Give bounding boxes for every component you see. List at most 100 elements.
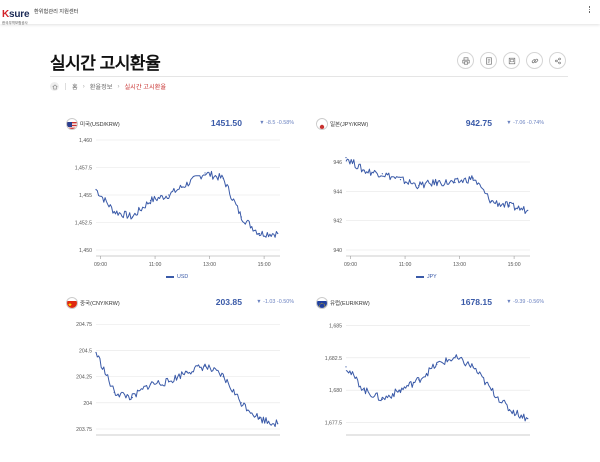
data-point — [527, 209, 529, 211]
more-menu-icon[interactable] — [587, 6, 592, 15]
data-point — [204, 172, 206, 174]
y-tick-label: 942 — [333, 219, 342, 225]
data-point — [472, 366, 474, 368]
current-rate: 1451.50 — [210, 118, 242, 128]
data-point — [113, 391, 115, 393]
data-point — [95, 351, 97, 354]
data-point — [277, 232, 279, 235]
jpy-line-chart: 940 942 944 946 09:00 11:00 13:00 15:00 — [333, 157, 530, 268]
series-line-usd — [95, 170, 279, 238]
page-title: 실시간 고시환율 — [50, 54, 161, 73]
x-tick-label: 15:00 — [508, 262, 521, 268]
chart-legend[interactable]: USD — [166, 274, 188, 280]
data-point — [454, 357, 456, 359]
y-tick-label: 944 — [333, 189, 342, 195]
image-icon — [508, 57, 515, 64]
breadcrumb-home[interactable]: 홈 — [72, 82, 78, 91]
data-point — [204, 365, 206, 367]
link-button[interactable] — [526, 52, 543, 69]
y-tick-label: 1,685 — [329, 323, 342, 329]
y-tick-label: 204.5 — [79, 348, 92, 354]
document-icon — [485, 56, 492, 65]
data-point — [436, 181, 438, 184]
data-point — [381, 173, 383, 175]
chart-legend[interactable]: JPY — [416, 274, 437, 280]
link-icon — [531, 58, 538, 63]
logo-subtitle: 한국무역보험공사 — [2, 21, 28, 25]
breadcrumb-divider — [65, 83, 66, 90]
ksure-logo[interactable]: Ksure 한국무역보험공사 — [2, 4, 30, 26]
breadcrumb-rates[interactable]: 환율정보 — [90, 82, 113, 91]
data-point — [149, 383, 152, 385]
data-point — [131, 396, 133, 399]
rate-change: ▼ -8.5 -0.58% — [259, 120, 294, 126]
print-icon — [461, 56, 470, 65]
image-button[interactable] — [503, 52, 520, 69]
data-point — [222, 376, 224, 378]
data-point — [363, 389, 365, 391]
breadcrumb: 홈 › 환율정보 › 실시간 고시환율 — [50, 82, 166, 91]
rate-change: ▼ -9.39 -0.56% — [506, 299, 544, 305]
print-button[interactable] — [457, 52, 474, 69]
data-point — [363, 170, 365, 172]
data-point — [168, 381, 170, 383]
data-point — [508, 205, 511, 207]
rate-card-usd: 미국(USD/KRW) 1451.50 ▼ -8.5 -0.58% 1,450 1… — [66, 118, 294, 283]
data-point — [113, 210, 115, 213]
eu-flag-icon — [316, 297, 328, 309]
center-name: 환위험관리 지원센터 — [34, 9, 79, 15]
eur-line-chart: 1,677.5 1,680 1,682.5 1,685 — [325, 323, 530, 436]
logo-text: Ksure — [2, 9, 30, 20]
cny-line-chart: 203.75 204 204.25 204.5 204.75 — [76, 322, 280, 436]
us-flag-icon — [66, 118, 78, 130]
data-point — [454, 181, 456, 184]
data-point — [381, 398, 383, 400]
current-rate: 1678.15 — [460, 297, 492, 307]
y-tick-label: 1,682.5 — [325, 356, 342, 362]
usd-line-chart: 1,450 1,452.5 1,455 1,457.5 1,460 09:00 11:00 1… — [75, 138, 280, 268]
data-point — [240, 402, 242, 404]
home-icon[interactable] — [50, 82, 59, 91]
x-tick-label: 13:00 — [203, 262, 216, 268]
cn-flag-icon — [66, 297, 78, 309]
y-tick-label: 1,455 — [79, 193, 92, 199]
data-point — [258, 232, 261, 235]
x-tick-label: 13:00 — [453, 262, 466, 268]
share-icon — [554, 57, 561, 64]
data-point — [240, 216, 242, 218]
data-point — [508, 408, 511, 411]
y-tick-label: 204.25 — [76, 375, 92, 381]
data-point — [95, 188, 97, 191]
data-point — [399, 389, 402, 391]
rate-card-cny: 중국(CNY/KRW) 203.85 ▼ -1.03 -0.50% 203.75… — [66, 297, 294, 462]
data-point — [258, 417, 261, 420]
data-point — [399, 179, 402, 181]
data-point — [418, 379, 420, 381]
currency-name: 유럽(EUR/KRW) — [330, 301, 370, 307]
y-tick-label: 940 — [333, 248, 342, 254]
data-point — [345, 157, 347, 159]
site-header: Ksure 한국무역보험공사 환위험관리 지원센터 — [0, 0, 600, 26]
currency-name: 미국(USD/KRW) — [80, 122, 120, 128]
y-tick-label: 1,460 — [79, 138, 92, 144]
data-point — [490, 389, 492, 391]
rate-change: ▼ -1.03 -0.50% — [256, 299, 294, 305]
data-point — [168, 194, 170, 196]
jp-flag-icon — [316, 118, 328, 130]
document-button[interactable] — [480, 52, 497, 69]
x-tick-label: 11:00 — [149, 262, 162, 268]
data-point — [345, 366, 347, 368]
data-point — [472, 177, 474, 179]
data-point — [149, 199, 152, 202]
x-tick-label: 11:00 — [399, 262, 412, 268]
x-tick-label: 15:00 — [258, 262, 271, 268]
data-point — [418, 184, 420, 187]
data-point — [436, 363, 438, 365]
current-rate: 203.85 — [215, 297, 242, 307]
y-tick-label: 1,450 — [79, 248, 92, 254]
chevron-right-icon: › — [82, 83, 85, 90]
data-point — [527, 418, 529, 420]
x-tick-label: 09:00 — [94, 262, 107, 268]
data-point — [222, 177, 224, 180]
share-button[interactable] — [549, 52, 566, 69]
